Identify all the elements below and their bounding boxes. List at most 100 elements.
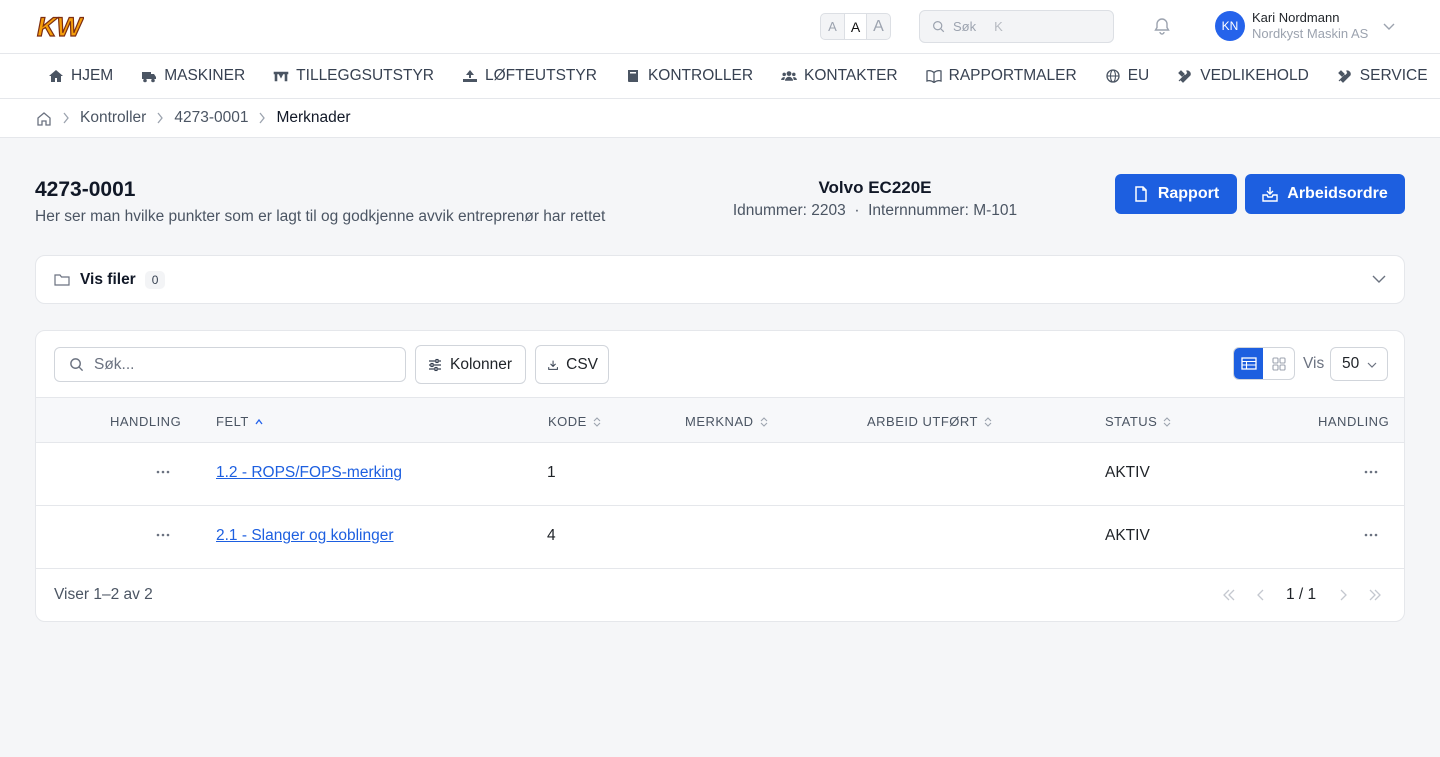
more-horizontal-icon[interactable] [1363,527,1379,543]
pagination-info: Viser 1–2 av 2 [54,586,153,603]
column-header-status[interactable]: STATUS [1105,414,1171,429]
more-horizontal-icon[interactable] [1363,464,1379,480]
kode-cell: 1 [547,464,556,481]
columns-button[interactable]: Kolonner [415,345,526,384]
nav-item-label: TILLEGGSUTSTYR [296,67,434,84]
prev-page-icon[interactable] [1254,589,1268,601]
column-header-felt[interactable]: FELT [216,414,263,429]
column-header-handling: HANDLING [110,414,182,429]
csv-export-button[interactable]: CSV [535,345,609,384]
tools-icon [1337,70,1351,83]
font-size-medium-button[interactable]: A [844,14,867,39]
search-shortcut-hint: K [994,19,1003,34]
breadcrumb-item-kontroller[interactable]: Kontroller [80,109,146,127]
more-horizontal-icon[interactable] [155,527,171,543]
global-search-placeholder: Søk [953,19,977,34]
workorder-button[interactable]: Arbeidsordre [1245,174,1405,214]
nav-item-label: LØFTEUTSTYR [484,67,597,84]
lifting-icon [462,70,477,82]
nav-item-maskiner[interactable]: MASKINER [141,67,245,85]
status-cell: AKTIV [1105,464,1150,481]
column-header-merknad-label: MERKNAD [685,414,754,429]
nav-item-label: MASKINER [164,67,246,84]
truck-icon [142,72,157,83]
sort-icon [984,416,992,427]
column-header-kode[interactable]: KODE [548,414,601,429]
sort-icon [593,416,601,427]
first-page-icon[interactable] [1222,589,1236,601]
bell-icon[interactable] [1152,16,1172,36]
home-icon[interactable] [36,111,52,126]
chevron-right-icon [157,112,164,124]
felt-link[interactable]: 2.1 - Slanger og koblinger [216,527,394,544]
nav-item-kontroller[interactable]: KONTROLLER [625,67,753,85]
sort-icon [1163,416,1171,427]
chevron-down-icon[interactable] [1372,274,1386,284]
chevron-right-icon [259,112,266,124]
sort-icon [760,416,767,427]
machine-info: Volvo EC220E Idnummer: 2203 · Internnumm… [720,178,1030,220]
font-size-large-button[interactable]: A [867,14,890,39]
font-size-small-button[interactable]: A [821,14,844,39]
page-subtitle: Her ser man hvilke punkter som er lagt t… [35,208,606,225]
next-page-icon[interactable] [1336,589,1350,601]
top-header: KW A A A Søk K KN Kari Nordmann Nordkyst… [0,0,1440,54]
nav-item-vedlikehold[interactable]: VEDLIKEHOLD [1177,67,1309,85]
grid-view-button[interactable] [1263,348,1294,379]
breadcrumb-current: Merknader [276,109,351,126]
column-header-arbeid-utfort[interactable]: ARBEID UTFØRT [867,414,992,429]
logo[interactable]: KW [36,12,84,40]
avatar[interactable]: KN [1215,11,1245,41]
column-header-status-label: STATUS [1105,414,1158,429]
document-icon [1135,186,1147,202]
search-icon [933,21,945,33]
csv-button-label: CSV [566,355,598,373]
globe-icon [1106,69,1120,83]
table-icon [1240,357,1257,370]
last-page-icon[interactable] [1368,589,1382,601]
download-icon [548,360,558,370]
nav-item-label: HJEM [71,67,114,84]
nav-item-eu[interactable]: EU [1105,67,1149,85]
nav-item-label: KONTAKTER [804,67,898,84]
chevron-down-icon[interactable] [1383,21,1395,31]
table-search-input[interactable]: Søk... [54,347,406,382]
open-book-icon [925,69,942,83]
nav-item-tilleggsutstyr[interactable]: TILLEGGSUTSTYR [273,67,434,85]
files-accordion[interactable]: Vis filer 0 [35,255,1405,304]
view-toggle [1233,347,1295,380]
felt-link[interactable]: 1.2 - ROPS/FOPS-merking [216,464,402,481]
table-footer: Viser 1–2 av 2 1 / 1 [36,569,1404,621]
breadcrumb-item-control-id[interactable]: 4273-0001 [174,109,248,127]
page-size-select[interactable]: 50 [1330,347,1388,381]
user-company: Nordkyst Maskin AS [1252,26,1369,41]
tools-icon [1178,70,1191,83]
nav-item-hjem[interactable]: HJEM [48,67,113,85]
table-row: 1.2 - ROPS/FOPS-merking 1 AKTIV [36,443,1404,506]
report-button[interactable]: Rapport [1115,174,1237,214]
user-menu[interactable]: Kari Nordmann Nordkyst Maskin AS [1252,10,1368,42]
home-icon [49,70,63,82]
files-count-badge: 0 [144,270,166,289]
chevron-down-icon [1367,362,1377,368]
page-title: 4273-0001 [35,178,136,201]
user-name: Kari Nordmann [1252,10,1340,25]
chevron-right-icon [63,112,69,124]
table-view-button[interactable] [1234,348,1264,379]
machine-ids: Idnummer: 2203 · Internnummer: M-101 [732,202,1018,219]
nav-item-service[interactable]: SERVICE [1337,67,1428,85]
nav-item-label: SERVICE [1359,67,1428,84]
table-header: HANDLING FELT KODE MERKNAD ARBEID UTFØRT… [36,397,1404,443]
column-header-merknad[interactable]: MERKNAD [685,414,768,429]
users-icon [781,71,798,81]
global-search-input[interactable]: Søk K [919,10,1114,43]
more-horizontal-icon[interactable] [155,464,171,480]
nav-item-label: RAPPORTMALER [948,67,1077,84]
machine-name: Volvo EC220E [818,178,932,197]
nav-item-kontakter[interactable]: KONTAKTER [781,67,898,85]
font-size-switcher: A A A [820,13,891,40]
folder-icon [54,274,70,286]
nav-item-lofteutstyr[interactable]: LØFTEUTSTYR [462,67,597,85]
nav-item-rapportmaler[interactable]: RAPPORTMALER [925,67,1077,85]
files-label: Vis filer [80,270,136,288]
